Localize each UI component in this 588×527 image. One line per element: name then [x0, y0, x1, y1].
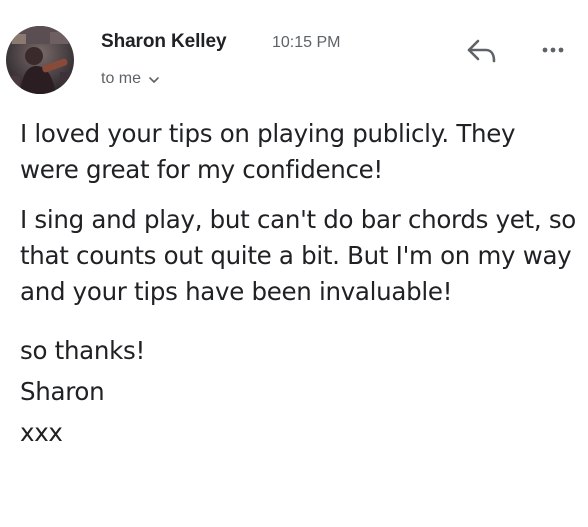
signature-name: Sharon [20, 377, 105, 406]
message-body: I loved your tips on playing publicly. T… [20, 116, 580, 453]
recipient-details-toggle[interactable]: to me [101, 70, 160, 88]
more-horizontal-icon [542, 47, 564, 53]
email-message: Sharon Kelley 10:15 PM to me I loved you… [0, 0, 588, 527]
chevron-down-icon [148, 73, 160, 85]
profile-photo-icon [6, 26, 74, 94]
closing-line: so thanks! [20, 336, 145, 365]
signoff-kisses: xxx [20, 418, 63, 447]
sender-avatar[interactable] [6, 26, 74, 94]
reply-icon [467, 39, 496, 63]
body-paragraph: I loved your tips on playing publicly. T… [20, 119, 516, 184]
message-timestamp: 10:15 PM [272, 34, 341, 51]
closing-block: so thanks! Sharon xxx [20, 330, 580, 453]
more-options-button[interactable] [541, 38, 565, 62]
body-paragraph: I sing and play, but can't do bar chords… [20, 205, 576, 306]
reply-button[interactable] [464, 36, 498, 66]
sender-name[interactable]: Sharon Kelley [101, 31, 227, 53]
recipient-label: to me [101, 70, 142, 87]
